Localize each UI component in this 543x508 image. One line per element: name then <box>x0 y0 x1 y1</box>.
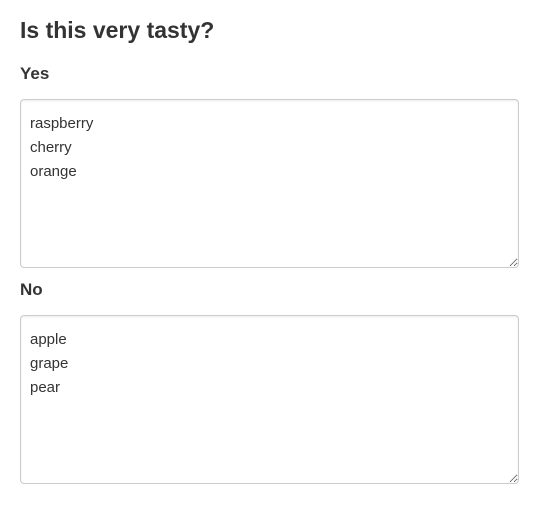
page-title: Is this very tasty? <box>20 17 215 43</box>
yes-label: Yes <box>20 64 50 83</box>
yes-textarea[interactable]: raspberry cherry orange <box>20 99 519 268</box>
no-textarea[interactable]: apple grape pear <box>20 315 519 484</box>
no-label: No <box>20 280 43 299</box>
